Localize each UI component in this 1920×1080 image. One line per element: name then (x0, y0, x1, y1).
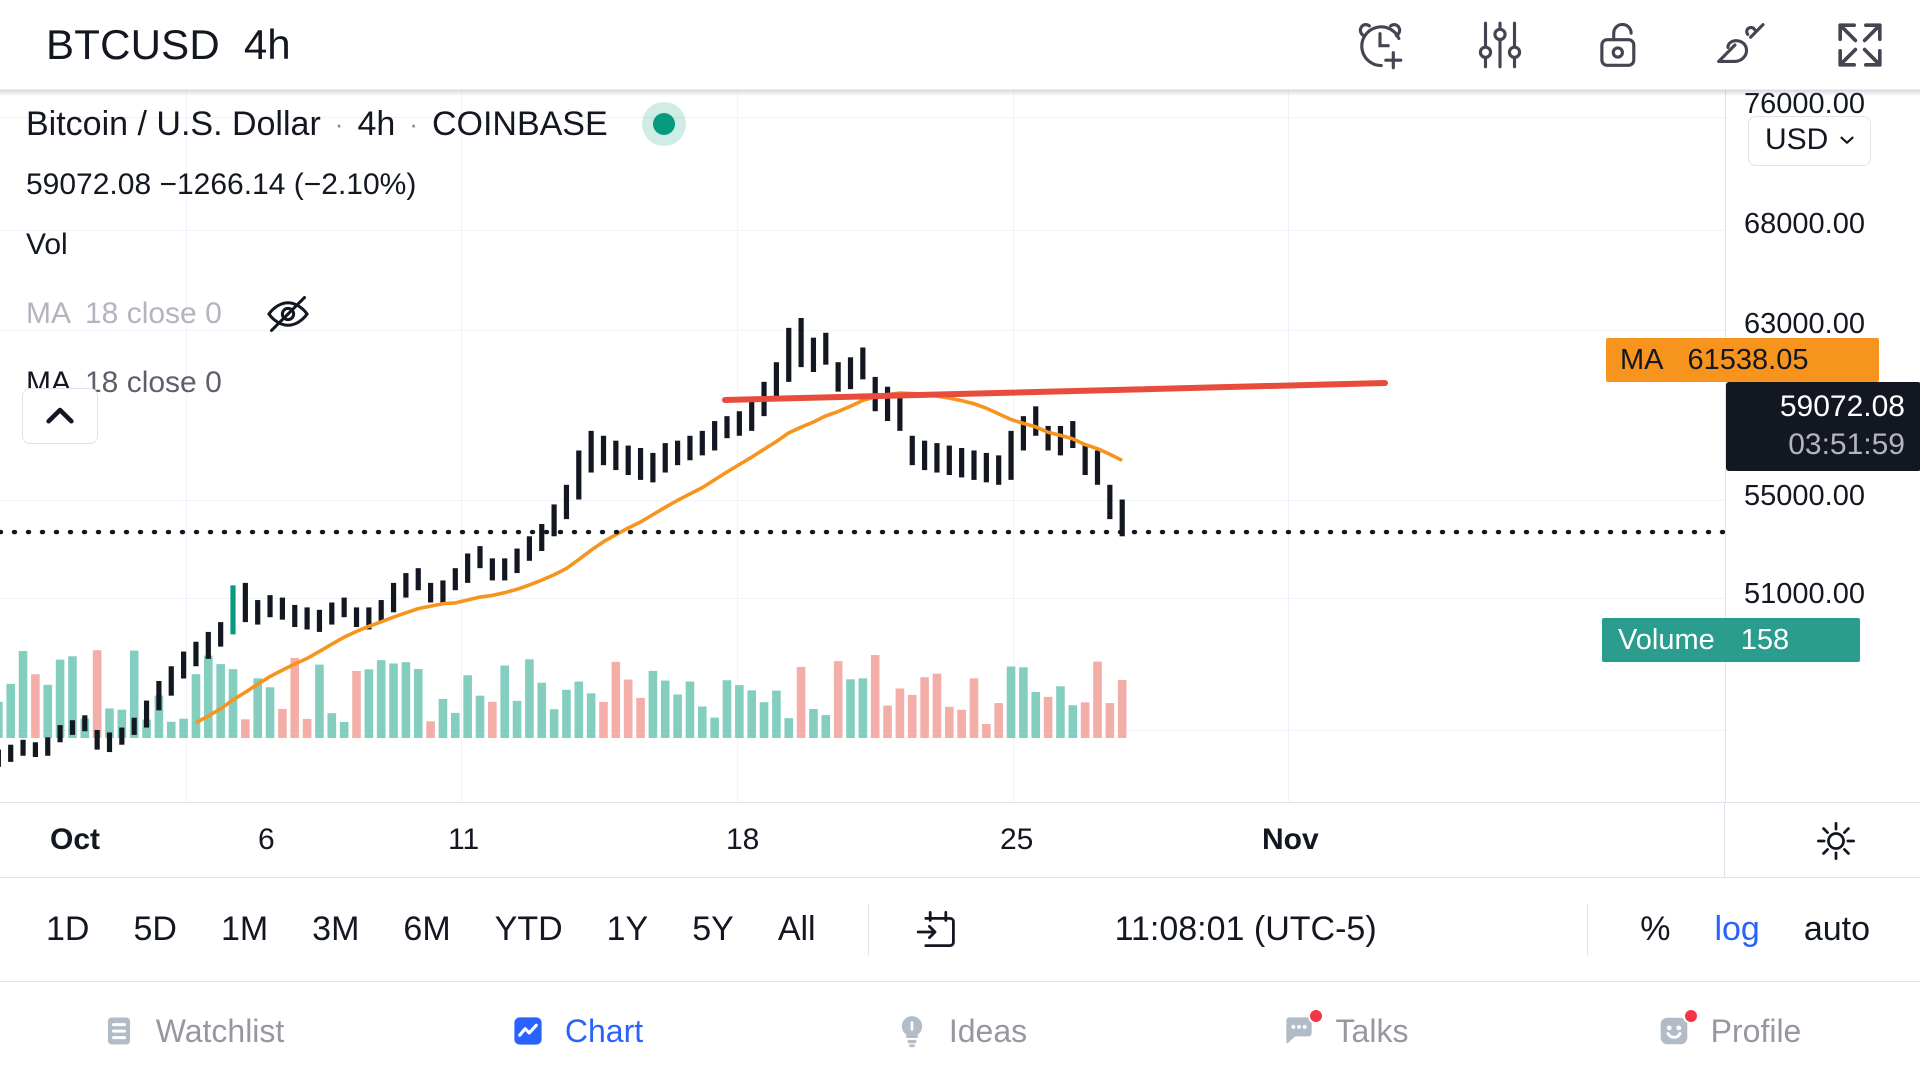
legend-ma-visible-row[interactable]: MA 18 close 0 (26, 366, 686, 400)
chart-area[interactable]: Bitcoin / U.S. Dollar · 4h · COINBASE 59… (0, 90, 1920, 802)
nav-label-profile: Profile (1710, 1012, 1802, 1049)
notification-dot (1307, 1008, 1324, 1024)
symbol-block[interactable]: BTCUSD 4h (0, 21, 291, 69)
profile-icon (1655, 1008, 1699, 1050)
range-button-5d[interactable]: 5D (111, 910, 198, 949)
legend-exchange: COINBASE (431, 105, 608, 143)
symbol-ticker[interactable]: BTCUSD (46, 21, 220, 69)
time-tick-label: Oct (50, 823, 101, 856)
currency-label: USD (1765, 123, 1829, 156)
fullscreen-icon[interactable] (1800, 5, 1920, 85)
legend-volume-label: Vol (26, 228, 68, 261)
legend-title-row[interactable]: Bitcoin / U.S. Dollar · 4h · COINBASE (26, 102, 686, 146)
unlock-icon[interactable] (1560, 5, 1680, 85)
toolbar-divider (1587, 903, 1589, 956)
nav-label-talks: Talks (1335, 1012, 1409, 1049)
last-price-value: 59072.08 (1779, 390, 1905, 423)
eye-off-icon[interactable] (262, 288, 314, 340)
legend-instrument-name: Bitcoin / U.S. Dollar (26, 105, 321, 143)
app-header: BTCUSD 4h (0, 0, 1920, 90)
scale-log-button[interactable]: log (1692, 910, 1781, 949)
nav-label-watchlist: Watchlist (155, 1012, 285, 1049)
legend-quote: 59072.08 −1266.14 (−2.10%) (26, 168, 417, 201)
time-tick-label: 18 (726, 823, 760, 856)
indicator-settings-icon[interactable] (1440, 5, 1560, 85)
watchlist-icon (100, 1012, 138, 1050)
header-icon-group (1320, 5, 1920, 85)
collapse-pane-button[interactable] (22, 388, 98, 444)
chart-legend: Bitcoin / U.S. Dollar · 4h · COINBASE 59… (26, 102, 686, 426)
time-tick-label: 11 (448, 823, 480, 856)
nav-item-ideas[interactable]: Ideas (768, 1012, 1152, 1050)
chat-icon (1280, 1008, 1324, 1050)
time-tick-label: 6 (258, 823, 275, 856)
volume-badge-label: Volume (1618, 623, 1715, 656)
nav-item-profile[interactable]: Profile (1536, 1008, 1920, 1050)
price-tick-label: 68000.00 (1744, 208, 1865, 240)
time-tick-label: 25 (1000, 823, 1034, 856)
last-price-badge: 59072.08 03:51:59 (1726, 382, 1920, 471)
legend-separator: · (409, 109, 418, 139)
volume-badge-value: 158 (1740, 623, 1790, 656)
symbol-interval[interactable]: 4h (244, 21, 291, 69)
notification-dot (1682, 1008, 1699, 1024)
price-tick-label: 55000.00 (1744, 480, 1865, 512)
legend-interval: 4h (357, 105, 396, 143)
time-tick-label: Nov (1262, 823, 1319, 856)
ma-price-badge: MA 61538.05 (1606, 338, 1879, 382)
legend-volume-row[interactable]: Vol (26, 228, 686, 262)
price-tick-label: 63000.00 (1744, 308, 1865, 340)
chevron-down-icon (1840, 136, 1854, 144)
nav-item-talks[interactable]: Talks (1152, 1008, 1536, 1050)
legend-ma-name: MA (26, 297, 71, 330)
legend-ma-params: 18 close 0 (85, 297, 222, 330)
nav-label-chart: Chart (564, 1012, 644, 1049)
toolbar-divider (867, 903, 869, 956)
legend-ma-hidden-row[interactable]: MA 18 close 0 (26, 288, 686, 340)
nav-label-ideas: Ideas (948, 1012, 1028, 1049)
market-open-indicator (641, 102, 686, 146)
scale-auto-button[interactable]: auto (1782, 910, 1892, 949)
scale-percent-button[interactable]: % (1618, 910, 1692, 949)
timeframe-bar[interactable]: 1D 5D 1M 3M 6M YTD 1Y 5Y All 11:08:01 (U… (0, 878, 1920, 982)
volume-badge: Volume 158 (1602, 618, 1860, 662)
session-clock: 11:08:01 (UTC-5) (1114, 910, 1377, 948)
range-button-1m[interactable]: 1M (199, 910, 290, 949)
range-button-1y[interactable]: 1Y (585, 910, 671, 949)
range-button-1d[interactable]: 1D (24, 910, 111, 949)
drawing-tools-icon[interactable] (1680, 5, 1800, 85)
range-button-3m[interactable]: 3M (290, 910, 381, 949)
legend-separator: · (334, 109, 344, 139)
range-button-ytd[interactable]: YTD (473, 910, 585, 949)
nav-item-chart[interactable]: Chart (384, 1012, 768, 1050)
gear-icon[interactable] (1814, 819, 1858, 868)
range-button-all[interactable]: All (756, 910, 838, 949)
calendar-arrow-icon[interactable] (899, 906, 975, 954)
alarm-add-icon[interactable] (1320, 5, 1440, 85)
bottom-navigation: Watchlist Chart Ideas Talks Profile (0, 982, 1920, 1080)
scale-options-group: % log auto (1557, 903, 1920, 956)
nav-item-watchlist[interactable]: Watchlist (0, 1012, 384, 1050)
price-tick-label: 76000.00 (1744, 90, 1865, 120)
price-tick-label: 51000.00 (1744, 578, 1865, 610)
range-button-5y[interactable]: 5Y (670, 910, 756, 949)
range-button-6m[interactable]: 6M (381, 910, 472, 949)
chart-icon (509, 1012, 547, 1050)
price-scale[interactable]: USD 76000.00 68000.00 63000.00 55000.00 … (1602, 90, 1920, 802)
currency-selector[interactable]: USD (1748, 116, 1872, 166)
ma-badge-value: 61538.05 (1687, 343, 1809, 376)
time-axis[interactable]: Oct 6 11 18 25 Nov (0, 802, 1920, 879)
bar-countdown: 03:51:59 (1788, 427, 1905, 461)
ma-badge-label: MA (1620, 343, 1664, 376)
axis-divider (1724, 803, 1725, 879)
lightbulb-icon (893, 1012, 931, 1050)
legend-ma-params: 18 close 0 (85, 366, 222, 399)
